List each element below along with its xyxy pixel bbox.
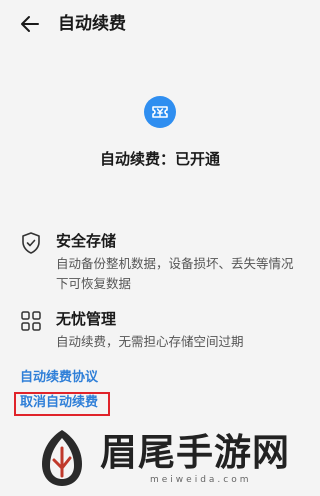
cancel-auto-renewal-link[interactable]: 取消自动续费 bbox=[20, 393, 98, 413]
feature-description: 自动续费，无需担心存储空间过期 bbox=[56, 334, 244, 349]
page-title: 自动续费 bbox=[58, 14, 126, 34]
feature-title: 无忧管理 bbox=[56, 310, 117, 328]
arrow-left-icon[interactable] bbox=[18, 12, 42, 36]
renewal-status-text: 自动续费：已开通 bbox=[99, 150, 220, 168]
watermark-logo bbox=[42, 430, 82, 486]
watermark-url-text: meiweida.com bbox=[150, 475, 252, 485]
watermark: 眉尾手游网 meiweida.com bbox=[30, 422, 320, 496]
app-header: 自动续费 bbox=[0, 0, 320, 52]
shield-check-icon bbox=[22, 232, 40, 254]
renewal-agreement-link[interactable]: 自动续费协议 bbox=[20, 368, 98, 388]
feature-title: 安全存储 bbox=[56, 232, 117, 250]
ticket-yen-icon bbox=[152, 106, 168, 118]
watermark-brand-text: 眉尾手游网 bbox=[100, 430, 290, 474]
grid-icon bbox=[21, 311, 41, 331]
feature-description: 自动备份整机数据，设备损坏、丢失等情况下可恢复数据 bbox=[56, 256, 294, 291]
renewal-badge bbox=[144, 96, 176, 128]
